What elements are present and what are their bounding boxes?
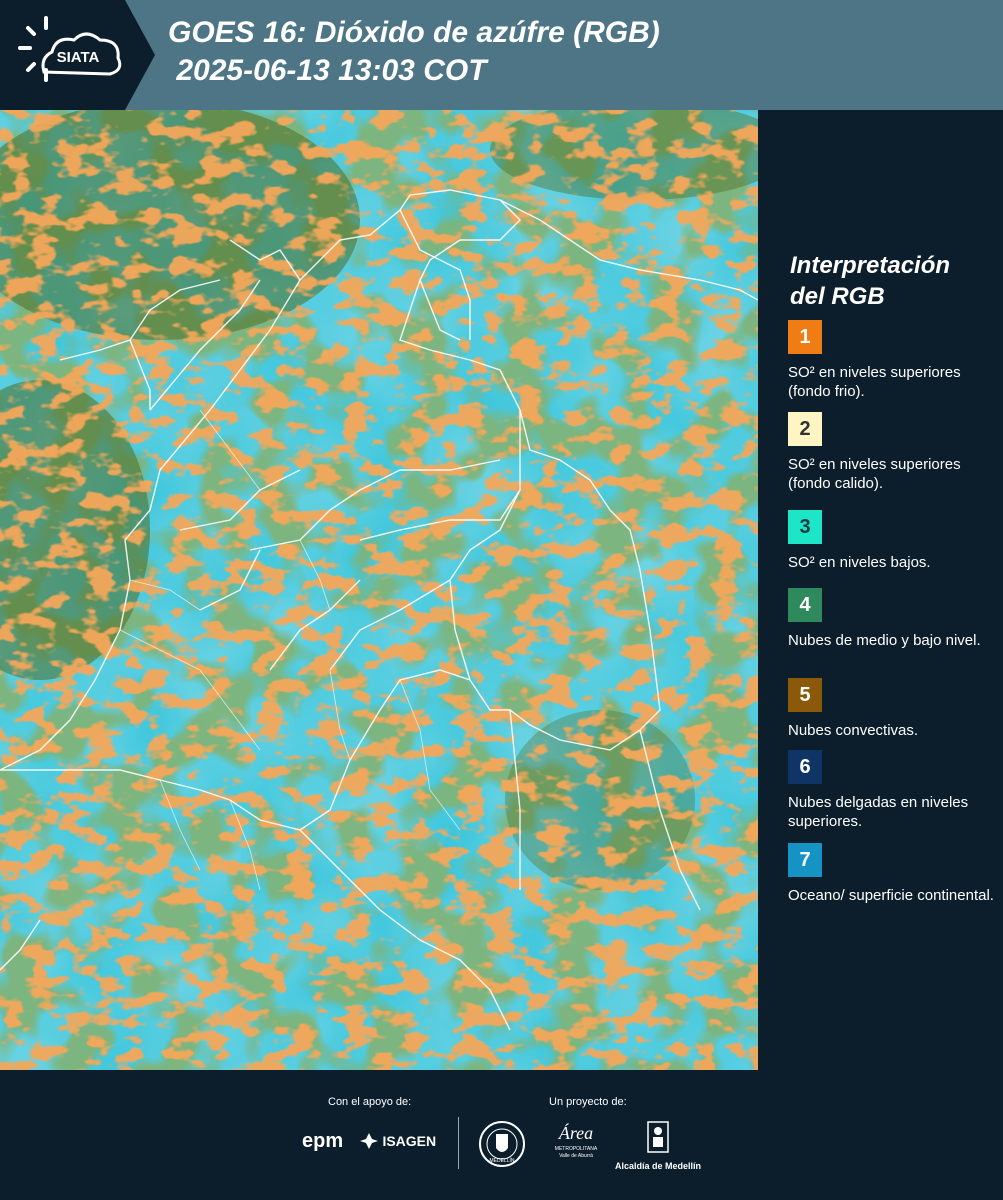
legend-swatch-4: 4	[788, 588, 822, 622]
isagen-icon	[360, 1133, 378, 1149]
footer-divider	[458, 1117, 459, 1169]
legend-item-3: 3 SO² en niveles bajos.	[788, 510, 998, 572]
legend-swatch-2: 2	[788, 412, 822, 446]
epm-logo: epm	[302, 1130, 344, 1152]
alcaldia-logo: Alcaldía de Medellín	[612, 1120, 704, 1171]
legend-swatch-7: 7	[788, 843, 822, 877]
legend-title-line-2: del RGB	[790, 283, 885, 310]
legend-text-2: SO² en niveles superiores (fondo calido)…	[788, 456, 961, 492]
header-bar: SIATA GOES 16: Dióxido de azúfre (RGB) 2…	[0, 0, 1003, 110]
medellin-seal: MEDELLÍN	[478, 1120, 526, 1173]
legend-title: Interpretación del RGB	[790, 250, 950, 312]
legend-text-1: SO² en niveles superiores (fondo frio).	[788, 364, 961, 400]
support-label: Con el apoyo de:	[328, 1096, 412, 1108]
legend-text-7: Oceano/ superficie continental.	[788, 887, 994, 904]
legend-item-6: 6 Nubes delgadas en niveles superiores.	[788, 750, 998, 831]
logo-text: SIATA	[57, 49, 100, 66]
alcaldia-shield-icon	[647, 1121, 669, 1153]
legend-swatch-5: 5	[788, 678, 822, 712]
legend-swatch-1: 1	[788, 320, 822, 354]
legend-swatch-3: 3	[788, 510, 822, 544]
isagen-text: ISAGEN	[382, 1133, 437, 1149]
title-line-2: 2025-06-13 13:03 COT	[168, 54, 487, 87]
legend-swatch-6: 6	[788, 750, 822, 784]
legend-item-4: 4 Nubes de medio y bajo nivel.	[788, 588, 998, 650]
legend-item-2: 2 SO² en niveles superiores (fondo calido…	[788, 412, 998, 493]
title-line-1: GOES 16: Dióxido de azúfre (RGB)	[168, 16, 660, 49]
area-metropolitana-logo: Área METROPOLITANA Valle de Aburrá	[554, 1123, 598, 1159]
legend-item-5: 5 Nubes convectivas.	[788, 678, 998, 740]
legend-title-line-1: Interpretación	[790, 252, 951, 279]
svg-text:MEDELLÍN: MEDELLÍN	[489, 1157, 514, 1164]
legend-text-6: Nubes delgadas en niveles superiores.	[788, 794, 969, 830]
legend-item-1: 1 SO² en niveles superiores (fondo frio).	[788, 320, 998, 401]
page-title: GOES 16: Dióxido de azúfre (RGB) 2025-06…	[168, 14, 660, 90]
legend-text-5: Nubes convectivas.	[788, 722, 919, 739]
project-label: Un proyecto de:	[549, 1096, 627, 1108]
legend-panel: Interpretación del RGB 1 SO² en niveles s…	[762, 110, 1003, 1070]
legend-item-7: 7 Oceano/ superficie continental.	[788, 843, 998, 905]
legend-text-4: Nubes de medio y bajo nivel.	[788, 632, 981, 649]
isagen-logo: ISAGEN	[360, 1132, 436, 1150]
legend-text-3: SO² en niveles bajos.	[788, 554, 931, 571]
footer: Con el apoyo de: Un proyecto de: epm ISA…	[0, 1070, 1003, 1200]
siata-logo: SIATA	[0, 0, 158, 110]
satellite-map	[0, 110, 758, 1070]
